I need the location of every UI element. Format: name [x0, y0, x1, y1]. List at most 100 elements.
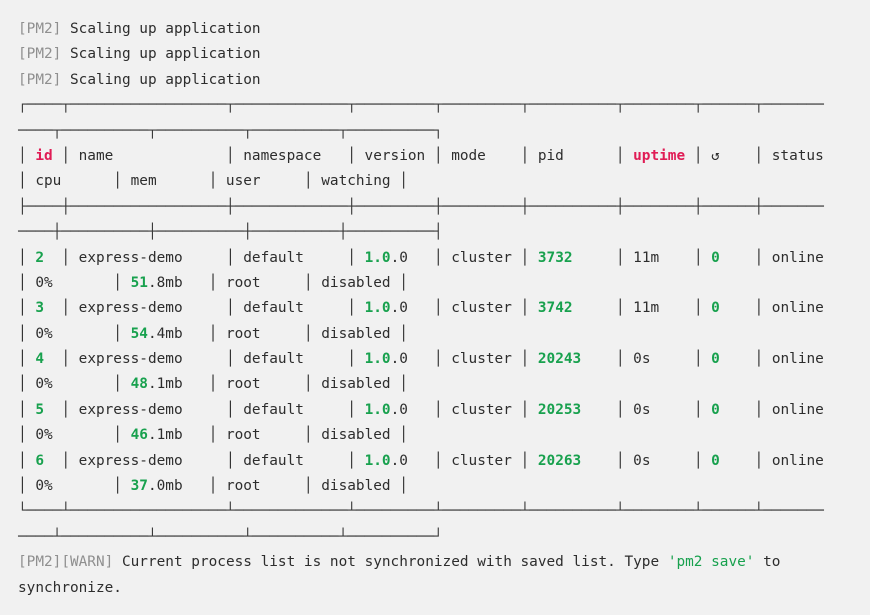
text-segment-green: 51: [131, 275, 148, 291]
table-header-1: │ id │ name │ namespace │ version │ mode…: [18, 144, 870, 169]
text-segment-green: 20263: [538, 453, 581, 469]
text-segment-fg: │ online: [720, 402, 824, 418]
table-header-2: │ cpu │ mem │ user │ watching │: [18, 169, 870, 194]
text-segment-red: uptime: [633, 148, 685, 164]
table-row: │ 0% │ 37.0mb │ root │ disabled │: [18, 474, 870, 499]
text-segment-fg: │: [18, 300, 35, 316]
text-segment-fg: │ 0% │: [18, 275, 131, 291]
text-segment-green: 0: [711, 300, 720, 316]
text-segment-fg: │: [18, 250, 35, 266]
text-segment-fg: Current process list is not synchronized…: [113, 554, 668, 570]
text-segment-fg: │ ↺ │ status: [685, 148, 824, 164]
text-segment-fg: │ 11m │: [573, 250, 712, 266]
table-border-bottom-2: ────┴──────────┴──────────┴──────────┴──…: [18, 525, 870, 550]
text-segment-green: 54: [131, 326, 148, 342]
text-segment-fg: .0: [391, 351, 408, 367]
text-segment-fg: Scaling up application: [61, 46, 260, 62]
text-segment-green2: 'pm2 save': [668, 554, 755, 570]
text-segment-green: 0: [711, 351, 720, 367]
text-segment-fg: │ online: [720, 250, 824, 266]
text-segment-red: id: [35, 148, 52, 164]
text-segment-fg: .0: [391, 250, 408, 266]
table-separator-2: ────┼──────────┼──────────┼──────────┼──…: [18, 220, 870, 245]
text-segment-line: ────┴──────────┴──────────┴──────────┴──…: [18, 529, 443, 545]
text-segment-fg: │ cpu │ mem │ user │ watching │: [18, 173, 408, 189]
text-segment-green: 6: [35, 453, 44, 469]
text-segment-green: 0: [711, 453, 720, 469]
text-segment-fg: │ root │ disabled │: [183, 427, 408, 443]
text-segment-fg: .0: [391, 453, 408, 469]
text-segment-line: ────┬──────────┬──────────┬──────────┬──…: [18, 123, 443, 139]
text-segment-fg: │ root │ disabled │: [183, 326, 408, 342]
text-segment-fg: .0: [391, 300, 408, 316]
table-row: │ 3 │ express-demo │ default │ 1.0.0 │ c…: [18, 296, 870, 321]
text-segment-fg: │ cluster │: [408, 402, 538, 418]
text-segment-line: └────┴──────────────────┴─────────────┴─…: [18, 503, 824, 519]
text-segment-line: ├────┼──────────────────┼─────────────┼─…: [18, 199, 824, 215]
text-segment-fg: │ 0% │: [18, 326, 131, 342]
text-segment-green: 46: [131, 427, 148, 443]
text-segment-green: 4: [35, 351, 44, 367]
text-segment-fg: to: [754, 554, 780, 570]
text-segment-fg: │ 0s │: [581, 351, 711, 367]
text-segment-green: 37: [131, 478, 148, 494]
text-segment-fg: │: [18, 453, 35, 469]
text-segment-fg: synchronize.: [18, 580, 122, 596]
text-segment-fg: │ cluster │: [408, 300, 538, 316]
text-segment-fg: │: [18, 351, 35, 367]
text-segment-fg: │ 0% │: [18, 427, 131, 443]
text-segment-fg: │ online: [720, 453, 824, 469]
table-row: │ 0% │ 54.4mb │ root │ disabled │: [18, 322, 870, 347]
text-segment-fg: │ name │ namespace │ version │ mode │ pi…: [53, 148, 633, 164]
text-segment-green: 20253: [538, 402, 581, 418]
text-segment-fg: │ 0% │: [18, 376, 131, 392]
table-row: │ 0% │ 48.1mb │ root │ disabled │: [18, 372, 870, 397]
text-segment-fg: Scaling up application: [61, 72, 260, 88]
text-segment-green: 0: [711, 402, 720, 418]
text-segment-fg: │ root │ disabled │: [183, 275, 408, 291]
terminal-output: [PM2] Scaling up application[PM2] Scalin…: [0, 0, 870, 615]
text-segment-green: 3: [35, 300, 44, 316]
text-segment-fg: │ 0% │: [18, 478, 131, 494]
table-border-bottom-1: └────┴──────────────────┴─────────────┴─…: [18, 499, 870, 524]
text-segment-fg: │ online: [720, 351, 824, 367]
text-segment-fg: .0: [391, 402, 408, 418]
text-segment-green: 0: [711, 250, 720, 266]
table-row: │ 0% │ 51.8mb │ root │ disabled │: [18, 271, 870, 296]
text-segment-fg: .8mb: [148, 275, 183, 291]
text-segment-dim: [PM2]: [18, 72, 61, 88]
text-segment-fg: │ cluster │: [408, 250, 538, 266]
text-segment-green: 1.0: [365, 351, 391, 367]
table-row: │ 4 │ express-demo │ default │ 1.0.0 │ c…: [18, 347, 870, 372]
text-segment-dim: [PM2]: [18, 21, 61, 37]
text-segment-fg: │: [18, 402, 35, 418]
text-segment-green: 3742: [538, 300, 573, 316]
pm2-warning-message: [PM2][WARN] Current process list is not …: [18, 550, 870, 575]
table-row: │ 5 │ express-demo │ default │ 1.0.0 │ c…: [18, 398, 870, 423]
text-segment-fg: │ 0s │: [581, 402, 711, 418]
table-border-top-1: ┌────┬──────────────────┬─────────────┬─…: [18, 93, 870, 118]
text-segment-green: 5: [35, 402, 44, 418]
table-row: │ 6 │ express-demo │ default │ 1.0.0 │ c…: [18, 449, 870, 474]
text-segment-green: 1.0: [365, 453, 391, 469]
pm2-warning-message: synchronize.: [18, 576, 870, 601]
text-segment-green: 1.0: [365, 300, 391, 316]
text-segment-fg: │ express-demo │ default │: [44, 351, 365, 367]
text-segment-green: 20243: [538, 351, 581, 367]
text-segment-green: 1.0: [365, 402, 391, 418]
text-segment-fg: .4mb: [148, 326, 183, 342]
text-segment-fg: Scaling up application: [61, 21, 260, 37]
table-row: │ 2 │ express-demo │ default │ 1.0.0 │ c…: [18, 246, 870, 271]
text-segment-green: 48: [131, 376, 148, 392]
text-segment-fg: │ root │ disabled │: [183, 376, 408, 392]
text-segment-line: ┌────┬──────────────────┬─────────────┬─…: [18, 97, 824, 113]
pm2-scaling-message: [PM2] Scaling up application: [18, 42, 870, 67]
table-row: │ 0% │ 46.1mb │ root │ disabled │: [18, 423, 870, 448]
text-segment-fg: │ express-demo │ default │: [44, 250, 365, 266]
text-segment-fg: .0mb: [148, 478, 183, 494]
text-segment-fg: │ cluster │: [408, 453, 538, 469]
text-segment-fg: │ express-demo │ default │: [44, 300, 365, 316]
text-segment-fg: .1mb: [148, 376, 183, 392]
text-segment-fg: │ online: [720, 300, 824, 316]
text-segment-dim: [PM2]: [18, 46, 61, 62]
